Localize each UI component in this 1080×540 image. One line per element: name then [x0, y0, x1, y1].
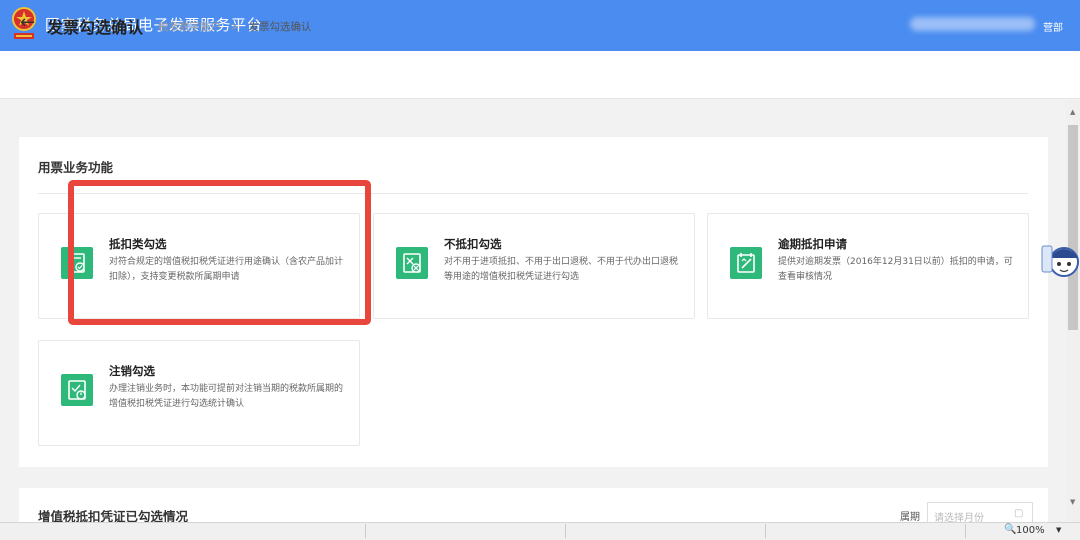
breadcrumb-item-account[interactable]: 税务数字账户 [158, 21, 221, 33]
scroll-up-icon[interactable]: ▲ [1070, 108, 1075, 116]
card-description: 对不用于进项抵扣、不用于出口退税、不用于代办出口退税等用途的增值税扣税凭证进行勾… [444, 257, 679, 282]
zoom-level[interactable]: 100% [1016, 525, 1045, 536]
no-deduction-icon [396, 247, 428, 279]
breadcrumb: 税务数字账户 > 发票勾选确认 [158, 19, 312, 34]
cancel-check-icon [61, 374, 93, 406]
back-arrow-icon[interactable]: ← [20, 12, 35, 34]
status-divider [765, 524, 766, 538]
period-label: 属期 [900, 512, 920, 523]
zoom-icon[interactable]: 🔍 [1004, 524, 1016, 535]
card-name: 不抵扣勾选 [444, 237, 502, 251]
card-cancel-check[interactable]: 注销勾选 办理注销业务时，本功能可提前对注销当期的税款所属期的增值税扣税凭证进行… [38, 340, 360, 446]
page-title: 发票勾选确认 [47, 18, 144, 37]
scroll-down-icon[interactable]: ▼ [1070, 498, 1075, 506]
page-header [0, 51, 1080, 99]
breadcrumb-separator: > [230, 21, 240, 33]
breadcrumb-item-current: 发票勾选确认 [248, 21, 312, 33]
card-overdue-apply[interactable]: 逾期抵扣申请 提供对逾期发票（2016年12月31日以前）抵扣的申请，可查看审核… [707, 213, 1029, 319]
assistant-mascot-icon[interactable] [1040, 238, 1080, 280]
status-divider [965, 524, 966, 538]
zoom-dropdown-icon[interactable]: ▼ [1056, 526, 1061, 534]
user-dept[interactable]: 营部 [1043, 19, 1063, 34]
functions-section-title: 用票业务功能 [38, 160, 114, 175]
card-name: 逾期抵扣申请 [778, 237, 847, 251]
card-no-deduction[interactable]: 不抵扣勾选 对不用于进项抵扣、不用于出口退税、不用于代办出口退税等用途的增值税扣… [373, 213, 695, 319]
highlight-box [68, 180, 371, 325]
card-description: 提供对逾期发票（2016年12月31日以前）抵扣的申请，可查看审核情况 [778, 257, 1013, 282]
overdue-apply-icon [730, 247, 762, 279]
calendar-icon[interactable]: ▢ [1014, 508, 1023, 519]
user-name-redacted [910, 17, 1035, 31]
card-description: 办理注销业务时，本功能可提前对注销当期的税款所属期的增值税扣税凭证进行勾选统计确… [109, 384, 344, 409]
browser-status-bar [0, 522, 1080, 540]
scroll-thumb[interactable] [1068, 125, 1078, 330]
card-name: 注销勾选 [109, 364, 155, 378]
status-divider [365, 524, 366, 538]
status-divider [565, 524, 566, 538]
